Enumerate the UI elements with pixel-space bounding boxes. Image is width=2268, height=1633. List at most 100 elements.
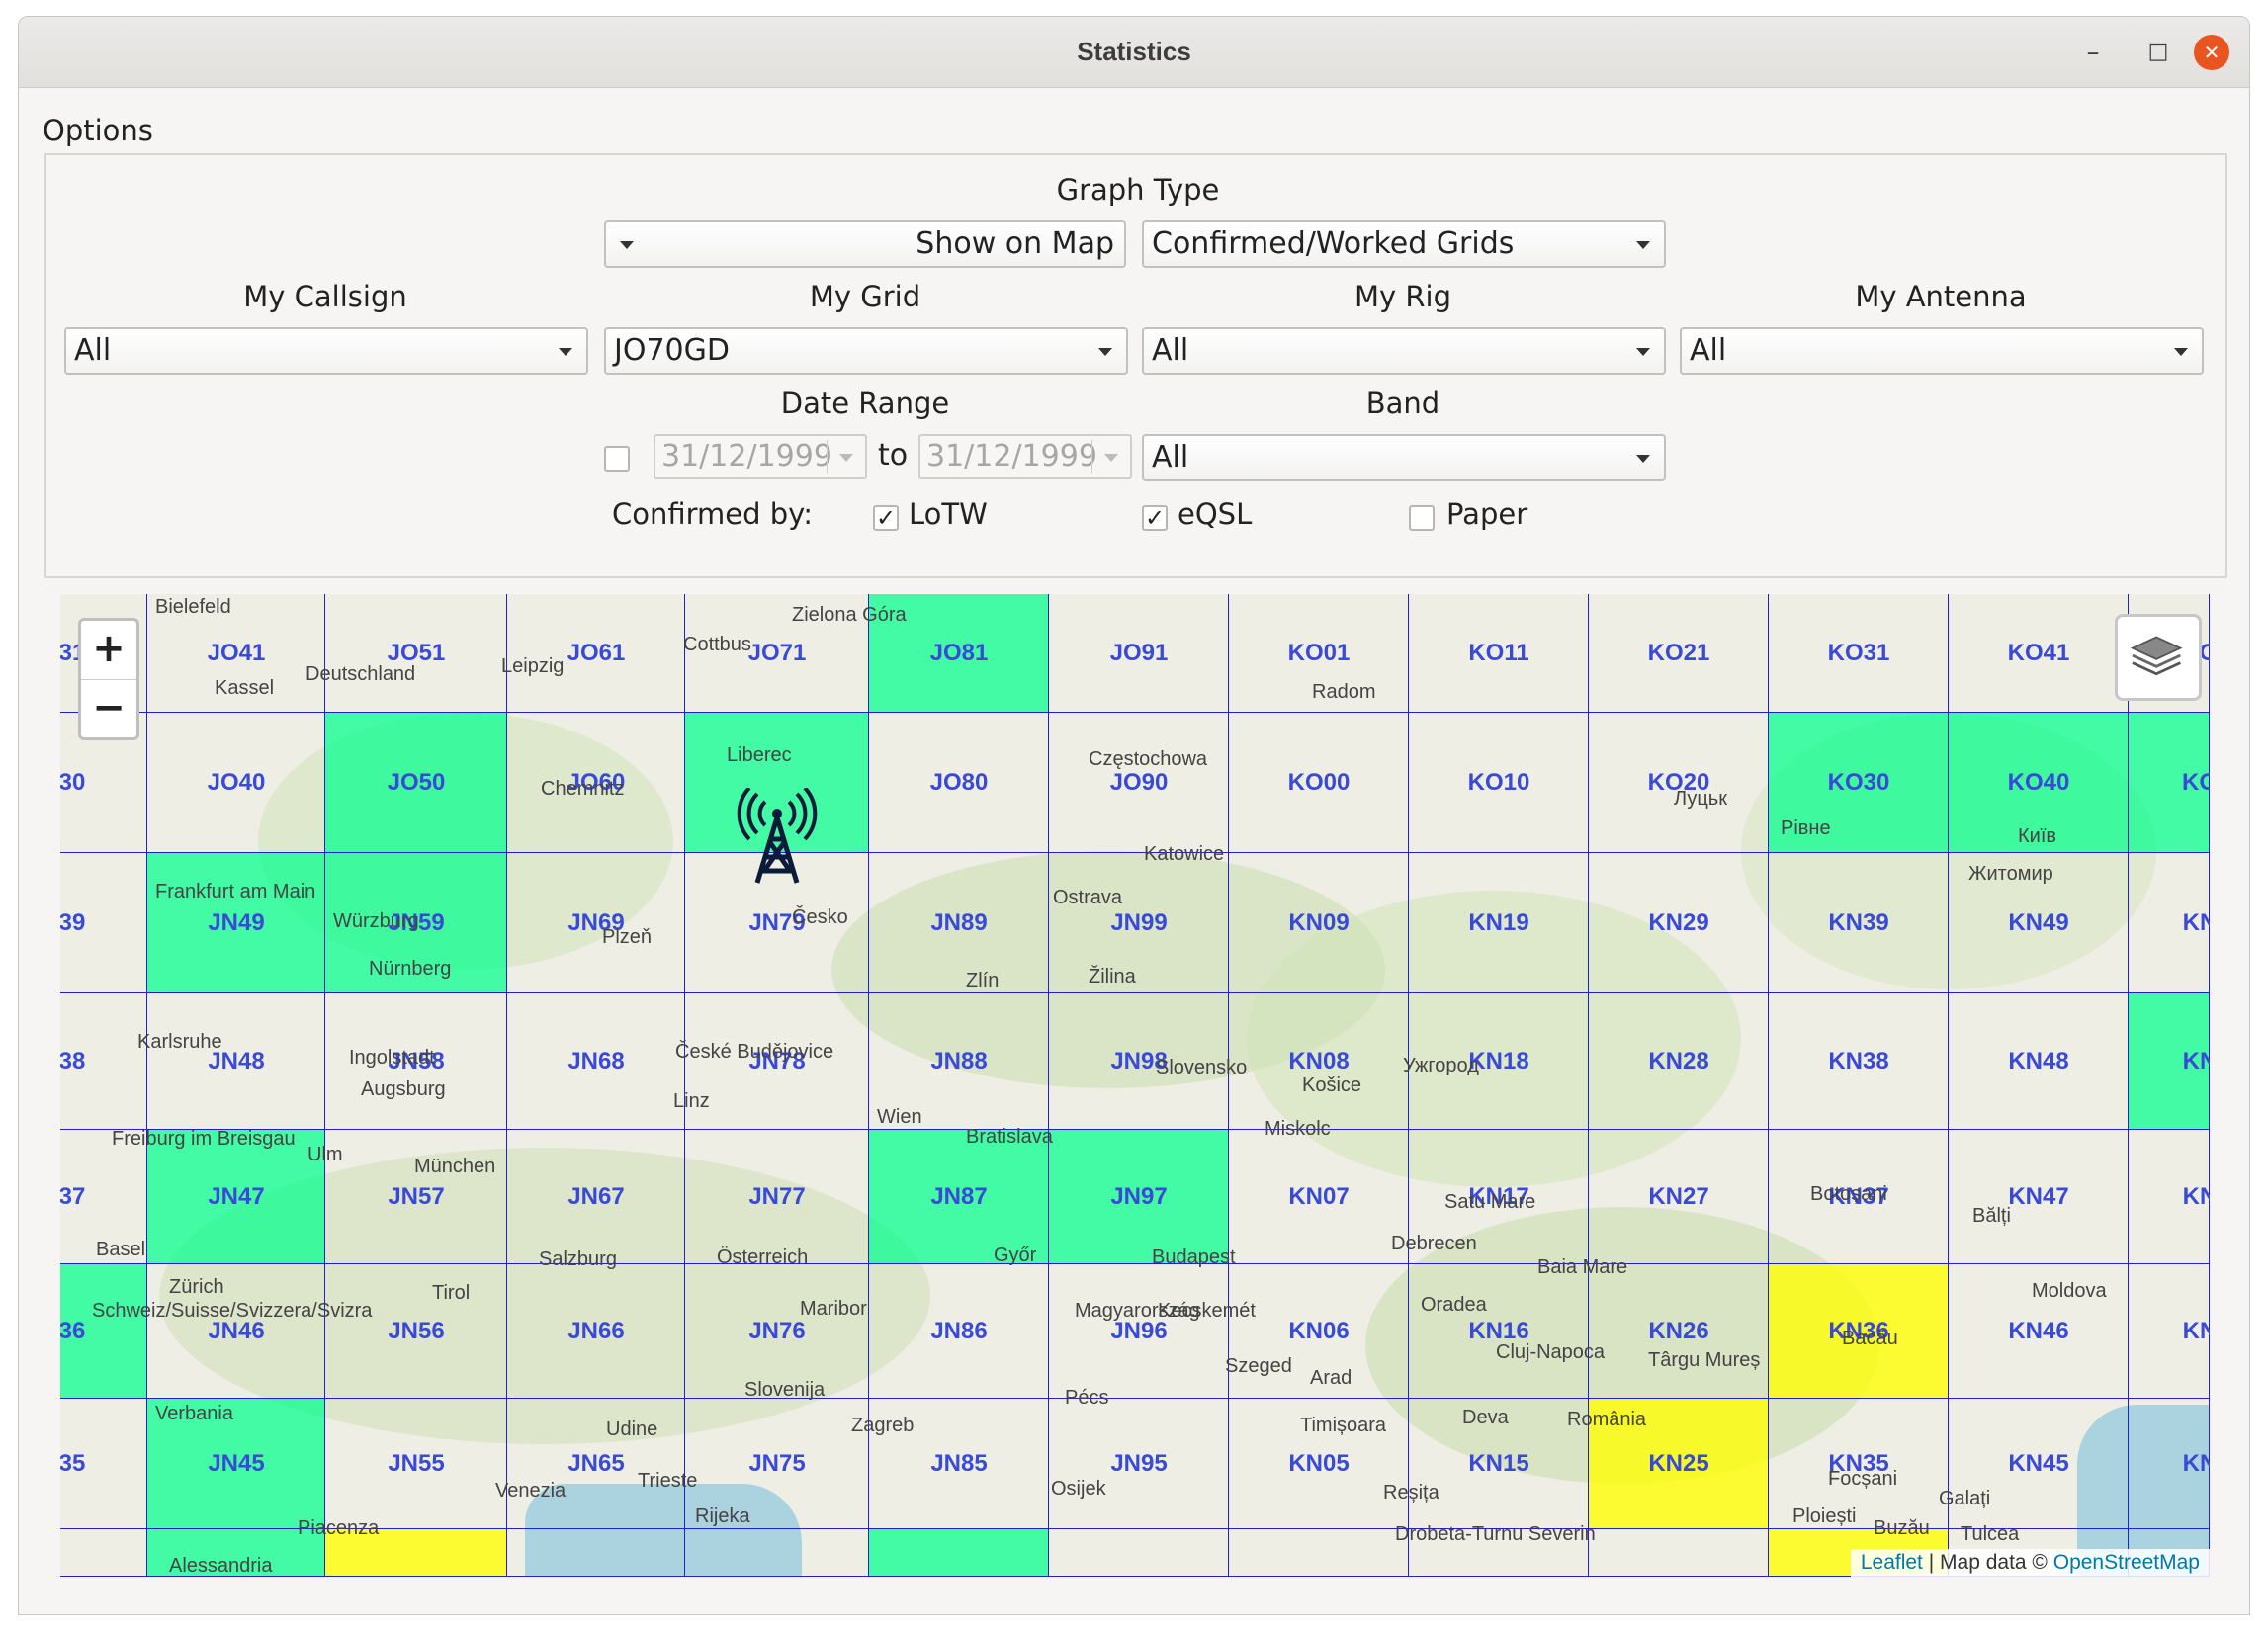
place-label: Botoșani bbox=[1810, 1183, 1887, 1205]
grid-label: KN19 bbox=[1468, 909, 1529, 936]
grid-label: JN95 bbox=[1110, 1450, 1168, 1477]
place-label: Verbania bbox=[155, 1403, 233, 1424]
date-to-field[interactable]: 31/12/1999 bbox=[918, 434, 1132, 479]
grid-label: JN67 bbox=[567, 1183, 625, 1210]
graph-subtype-value: Confirmed/Worked Grids bbox=[1152, 226, 1515, 261]
grid-label: JO80 bbox=[929, 769, 989, 796]
place-label: Deutschland bbox=[305, 663, 416, 685]
layers-button[interactable] bbox=[2115, 614, 2202, 701]
maximize-button[interactable]: □ bbox=[2140, 35, 2176, 70]
band-combo[interactable]: All bbox=[1142, 434, 1666, 481]
map-view[interactable]: 31 JO41 JO51 JO61 JO71 JO81 JO91 KO01 KO11 KO21 KO… bbox=[60, 594, 2210, 1577]
place-label: Київ bbox=[2018, 825, 2057, 847]
place-label: Timișoara bbox=[1300, 1415, 1387, 1436]
place-label: Liberec bbox=[727, 744, 792, 766]
grid-label: KN bbox=[2182, 1450, 2210, 1477]
my-rig-combo[interactable]: All bbox=[1142, 327, 1666, 375]
place-label: Basel bbox=[96, 1239, 146, 1260]
chevron-down-icon bbox=[1104, 454, 1118, 462]
eqsl-checkbox[interactable]: ✓ bbox=[1142, 505, 1168, 531]
map-attribution: Leaflet | Map data © OpenStreetMap bbox=[1850, 1549, 2210, 1577]
grid-label: KN05 bbox=[1288, 1450, 1350, 1477]
chevron-down-icon bbox=[1636, 455, 1650, 463]
chevron-down-icon bbox=[620, 241, 634, 249]
zoom-in-button[interactable]: + bbox=[81, 621, 136, 680]
chevron-down-icon bbox=[2174, 348, 2188, 356]
place-label: Pécs bbox=[1065, 1387, 1109, 1409]
leaflet-link[interactable]: Leaflet bbox=[1861, 1551, 1923, 1574]
place-label: Schweiz/Suisse/Svizzera/Svizra bbox=[92, 1300, 373, 1322]
my-grid-value: JO70GD bbox=[614, 333, 730, 368]
grid-label: KN48 bbox=[2008, 1048, 2069, 1074]
grid-label: KN bbox=[2182, 1183, 2210, 1210]
place-label: Linz bbox=[673, 1090, 710, 1112]
place-label: Częstochowa bbox=[1089, 748, 1208, 770]
grid-label: JN49 bbox=[208, 909, 265, 936]
date-to-label: to bbox=[877, 438, 909, 473]
place-label: Ulm bbox=[307, 1144, 343, 1165]
place-label: Udine bbox=[606, 1418, 658, 1440]
grid-square bbox=[685, 1529, 869, 1577]
grid-label: JO41 bbox=[207, 640, 266, 666]
place-label: Trieste bbox=[638, 1470, 698, 1492]
window-title: Statistics bbox=[1077, 37, 1191, 66]
grid-label: KN29 bbox=[1648, 909, 1709, 936]
place-label: Salzburg bbox=[539, 1248, 617, 1270]
grid-label: JO81 bbox=[929, 640, 989, 666]
grid-label: 35 bbox=[60, 1450, 86, 1477]
minimize-button[interactable]: – bbox=[2075, 35, 2111, 70]
place-label: Ingolstadt bbox=[349, 1047, 435, 1069]
my-callsign-combo[interactable]: All bbox=[64, 327, 588, 375]
zoom-out-button[interactable]: − bbox=[81, 680, 136, 738]
band-value: All bbox=[1152, 440, 1189, 474]
chevron-down-icon bbox=[839, 454, 853, 462]
grid-label: KN07 bbox=[1288, 1183, 1350, 1210]
date-range-label: Date Range bbox=[780, 387, 950, 420]
my-grid-combo[interactable]: JO70GD bbox=[604, 327, 1128, 375]
options-group-label: Options bbox=[43, 114, 153, 147]
grid-label: JN76 bbox=[748, 1318, 806, 1344]
date-range-checkbox[interactable] bbox=[604, 446, 630, 472]
grid-label: KN49 bbox=[2008, 909, 2069, 936]
grid-label: 30 bbox=[60, 769, 86, 796]
place-label: Chemnitz bbox=[541, 778, 625, 800]
grid-label: KN09 bbox=[1288, 909, 1350, 936]
place-label: Focșani bbox=[1828, 1468, 1898, 1490]
grid-label: JO40 bbox=[207, 769, 266, 796]
grid-label: KO21 bbox=[1647, 640, 1710, 666]
place-label: Alessandria bbox=[169, 1555, 273, 1577]
my-antenna-combo[interactable]: All bbox=[1680, 327, 2204, 375]
grid-label: KO40 bbox=[2007, 769, 2070, 796]
date-from-field[interactable]: 31/12/1999 bbox=[654, 434, 867, 479]
place-label: Zagreb bbox=[851, 1415, 915, 1436]
place-label: České Budějovice bbox=[675, 1041, 834, 1063]
grid-label: KN38 bbox=[1828, 1048, 1889, 1074]
grid-label: JO90 bbox=[1109, 769, 1169, 796]
grid-label: JN88 bbox=[930, 1048, 988, 1074]
divider bbox=[1091, 440, 1092, 473]
grid-label: KO01 bbox=[1287, 640, 1351, 666]
grid-label: JN86 bbox=[930, 1318, 988, 1344]
place-label: Drobeta-Turnu Severin bbox=[1395, 1523, 1596, 1545]
place-label: Karlsruhe bbox=[137, 1031, 222, 1053]
place-label: Plzeň bbox=[602, 926, 653, 948]
place-label: Oradea bbox=[1421, 1294, 1487, 1316]
place-label: Târgu Mureș bbox=[1648, 1349, 1761, 1371]
grid-label: KN27 bbox=[1648, 1183, 1709, 1210]
place-label: Deva bbox=[1462, 1407, 1509, 1428]
place-label: Baia Mare bbox=[1537, 1256, 1628, 1278]
grid-label: KN15 bbox=[1468, 1450, 1529, 1477]
close-button[interactable]: ✕ bbox=[2194, 35, 2229, 70]
grid-label: 38 bbox=[60, 1048, 86, 1074]
place-label: România bbox=[1567, 1409, 1647, 1430]
paper-checkbox[interactable] bbox=[1409, 505, 1435, 531]
attribution-separator: | Map data © bbox=[1922, 1551, 2053, 1574]
graph-type-combo[interactable]: Show on Map bbox=[604, 220, 1126, 268]
grid-label: JN99 bbox=[1110, 909, 1168, 936]
place-label: Zielona Góra bbox=[792, 604, 907, 626]
lotw-label: LoTW bbox=[909, 497, 988, 531]
graph-subtype-combo[interactable]: Confirmed/Worked Grids bbox=[1142, 220, 1666, 268]
openstreetmap-link[interactable]: OpenStreetMap bbox=[2053, 1551, 2200, 1574]
lotw-checkbox[interactable]: ✓ bbox=[873, 505, 899, 531]
place-label: Луцьк bbox=[1674, 788, 1727, 810]
